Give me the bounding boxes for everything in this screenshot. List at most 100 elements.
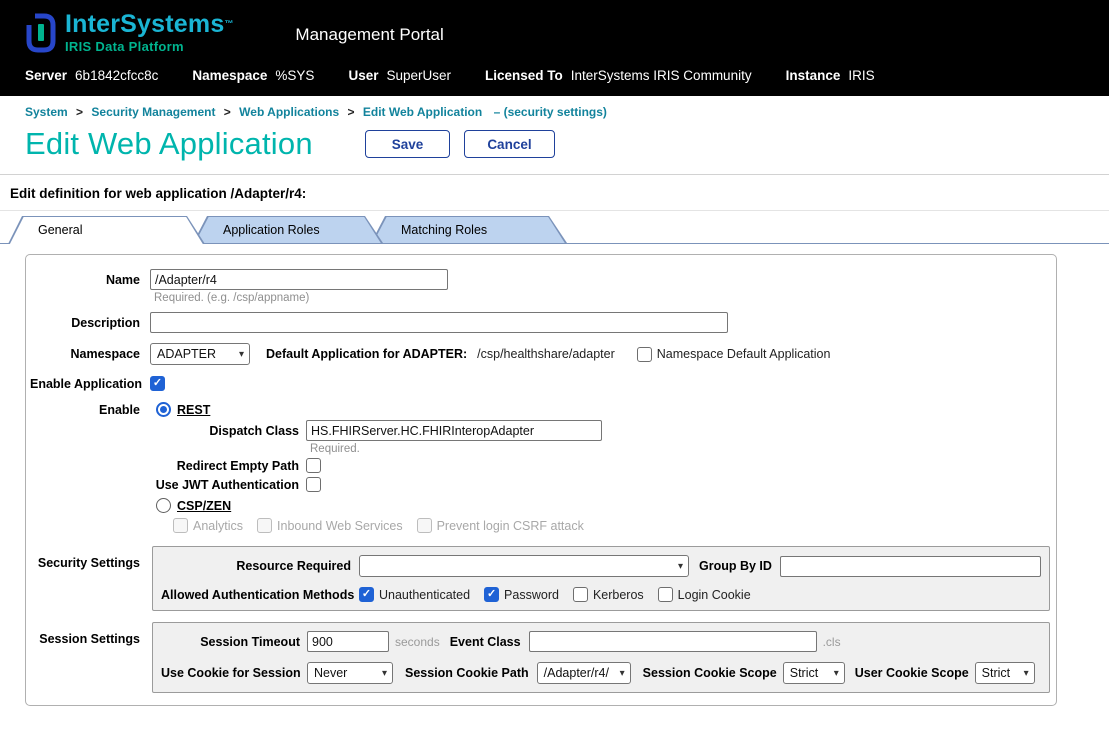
cancel-button[interactable]: Cancel <box>464 130 554 158</box>
session-timeout-unit: seconds <box>395 635 440 649</box>
description-label: Description <box>30 316 140 330</box>
inbound-web-services-checkbox[interactable]: ✓ <box>257 518 272 533</box>
group-by-id-label: Group By ID <box>699 559 772 573</box>
event-class-label: Event Class <box>450 635 521 649</box>
login-cookie-checkbox[interactable]: ✓ <box>658 587 673 602</box>
resource-required-select[interactable]: ▾ <box>359 555 689 577</box>
namespace-select-value: ADAPTER <box>157 347 216 361</box>
breadcrumb-separator-icon: > <box>224 105 231 119</box>
intersystems-logo: InterSystems™ IRIS Data Platform <box>25 12 233 54</box>
form-panel: Name Required. (e.g. /csp/appname) Descr… <box>25 254 1057 706</box>
unauthenticated-label: Unauthenticated <box>379 588 470 602</box>
breadcrumb-link-edit-web-application[interactable]: Edit Web Application <box>363 105 482 119</box>
name-hint: Required. (e.g. /csp/appname) <box>154 292 1050 304</box>
cspzen-radio[interactable] <box>156 498 171 513</box>
info-value-licensed-to: InterSystems IRIS Community <box>571 68 752 83</box>
info-value-instance: IRIS <box>848 68 874 83</box>
trademark-symbol: ™ <box>224 19 233 29</box>
user-cookie-scope-label: User Cookie Scope <box>855 666 969 680</box>
allowed-authentication-methods-label: Allowed Authentication Methods <box>161 588 351 602</box>
name-input[interactable] <box>150 269 448 290</box>
event-class-suffix: .cls <box>823 635 841 649</box>
user-cookie-scope-select[interactable]: Strict ▾ <box>975 662 1035 684</box>
session-cookie-scope-label: Session Cookie Scope <box>643 666 777 680</box>
resource-required-label: Resource Required <box>161 559 351 573</box>
info-instance: InstanceIRIS <box>786 68 875 83</box>
use-jwt-authentication-checkbox[interactable]: ✓ <box>306 477 321 492</box>
brand-name: InterSystems <box>65 10 224 38</box>
default-application-label: Default Application for ADAPTER: <box>266 347 467 361</box>
security-settings-panel: Resource Required ▾ Group By ID Allowed … <box>152 546 1050 611</box>
radio-dot <box>160 406 167 413</box>
save-button[interactable]: Save <box>365 130 451 158</box>
dispatch-class-hint: Required. <box>310 443 1050 455</box>
name-label: Name <box>30 273 140 287</box>
info-label-licensed-to: Licensed To <box>485 68 563 83</box>
cspzen-label[interactable]: CSP/ZEN <box>177 499 231 513</box>
breadcrumb-separator-icon: > <box>76 105 83 119</box>
namespace-default-application-checkbox[interactable]: ✓ <box>637 347 652 362</box>
session-timeout-input[interactable] <box>307 631 389 652</box>
session-settings-panel: Session Timeout seconds Event Class .cls… <box>152 622 1050 693</box>
session-cookie-path-select[interactable]: /Adapter/r4/ ▾ <box>537 662 631 684</box>
use-cookie-for-session-value: Never <box>314 666 347 680</box>
analytics-checkbox[interactable]: ✓ <box>173 518 188 533</box>
chevron-down-icon: ▾ <box>382 668 387 679</box>
info-label-user: User <box>348 68 378 83</box>
info-user: UserSuperUser <box>348 68 451 83</box>
analytics-label: Analytics <box>193 519 243 533</box>
tab-application-roles-label: Application Roles <box>193 223 320 237</box>
session-cookie-scope-value: Strict <box>790 666 818 680</box>
tab-general[interactable]: General <box>8 216 205 244</box>
chevron-down-icon: ▾ <box>620 668 625 679</box>
breadcrumb-link-system[interactable]: System <box>25 105 68 119</box>
enable-application-checkbox[interactable]: ✓ <box>150 376 165 391</box>
kerberos-checkbox[interactable]: ✓ <box>573 587 588 602</box>
session-cookie-path-value: /Adapter/r4/ <box>544 666 609 680</box>
enable-application-label: Enable Application <box>30 377 140 391</box>
info-label-namespace: Namespace <box>192 68 267 83</box>
chevron-down-icon: ▾ <box>1024 668 1029 679</box>
info-label-server: Server <box>25 68 67 83</box>
info-value-server: 6b1842cfcc8c <box>75 68 158 83</box>
redirect-empty-path-checkbox[interactable]: ✓ <box>306 458 321 473</box>
default-application-value: /csp/healthshare/adapter <box>477 347 615 361</box>
tab-application-roles[interactable]: Application Roles <box>193 216 383 243</box>
login-cookie-label: Login Cookie <box>678 588 751 602</box>
breadcrumb-link-security-management[interactable]: Security Management <box>91 105 215 119</box>
use-cookie-for-session-select[interactable]: Never ▾ <box>307 662 393 684</box>
namespace-select[interactable]: ADAPTER ▾ <box>150 343 250 365</box>
breadcrumb-link-web-applications[interactable]: Web Applications <box>239 105 339 119</box>
tab-strip: General Application Roles Matching Roles <box>0 211 1109 244</box>
password-label: Password <box>504 588 559 602</box>
session-cookie-scope-select[interactable]: Strict ▾ <box>783 662 845 684</box>
info-namespace: Namespace%SYS <box>192 68 314 83</box>
platform-name: IRIS Data Platform <box>65 39 233 54</box>
unauthenticated-checkbox[interactable]: ✓ <box>359 587 374 602</box>
event-class-input[interactable] <box>529 631 817 652</box>
session-cookie-path-label: Session Cookie Path <box>405 666 529 680</box>
top-header: InterSystems™ IRIS Data Platform Managem… <box>0 0 1109 96</box>
breadcrumb-separator-icon: > <box>348 105 355 119</box>
rest-label[interactable]: REST <box>177 403 210 417</box>
check-icon: ✓ <box>487 589 496 600</box>
group-by-id-input[interactable] <box>780 556 1041 577</box>
intersystems-logo-icon <box>25 12 57 54</box>
check-icon: ✓ <box>362 589 371 600</box>
prevent-login-csrf-checkbox[interactable]: ✓ <box>417 518 432 533</box>
security-settings-label: Security Settings <box>30 546 140 570</box>
chevron-down-icon: ▾ <box>678 561 683 572</box>
password-checkbox[interactable]: ✓ <box>484 587 499 602</box>
info-licensed-to: Licensed To InterSystems IRIS Community <box>485 68 752 83</box>
enable-label: Enable <box>30 403 140 417</box>
check-icon: ✓ <box>153 378 162 389</box>
tab-matching-roles[interactable]: Matching Roles <box>371 216 567 243</box>
use-jwt-authentication-label: Use JWT Authentication <box>30 478 299 492</box>
description-input[interactable] <box>150 312 728 333</box>
session-timeout-label: Session Timeout <box>161 635 300 649</box>
namespace-label: Namespace <box>30 347 140 361</box>
info-server: Server 6b1842cfcc8c <box>25 68 158 83</box>
redirect-empty-path-label: Redirect Empty Path <box>30 459 299 473</box>
dispatch-class-input[interactable] <box>306 420 602 441</box>
rest-radio[interactable] <box>156 402 171 417</box>
